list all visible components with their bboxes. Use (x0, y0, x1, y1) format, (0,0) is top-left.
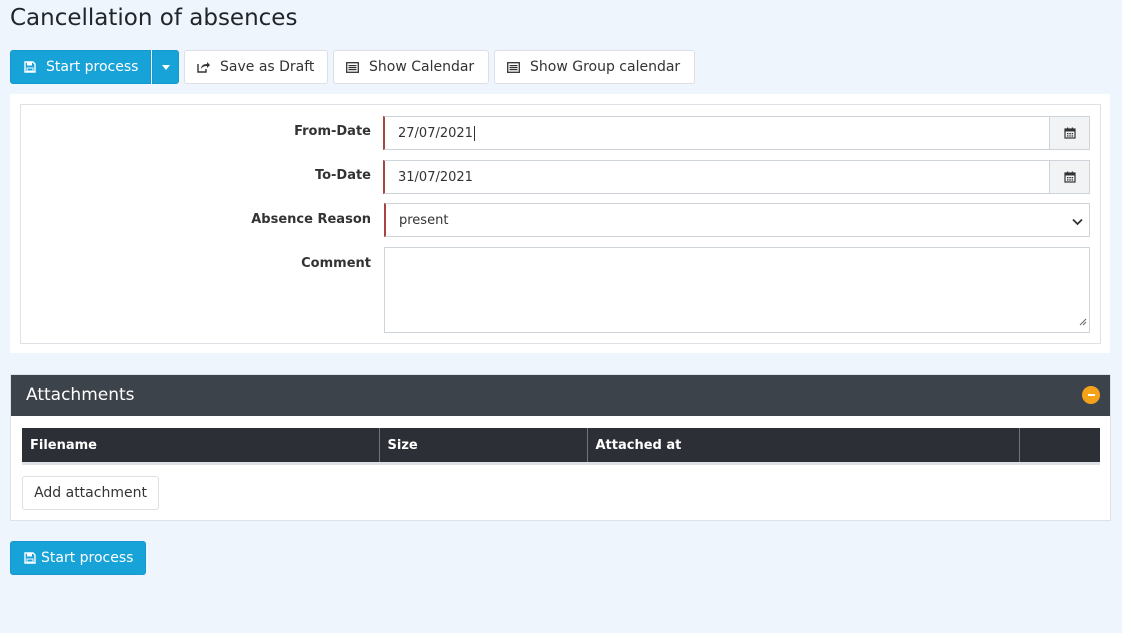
to-date-value: 31/07/2021 (398, 169, 473, 185)
table-header-row: Filename Size Attached at (22, 428, 1100, 462)
column-filename[interactable]: Filename (22, 428, 380, 462)
show-group-calendar-label: Show Group calendar (530, 59, 681, 75)
column-attached-at[interactable]: Attached at (587, 428, 1020, 462)
form-panel: From-Date 27/07/2021 To-Date 31/07/2021 … (20, 104, 1101, 344)
from-date-calendar-button[interactable] (1049, 116, 1090, 150)
page-title: Cancellation of absences (10, 5, 298, 31)
column-size[interactable]: Size (379, 428, 588, 462)
absence-reason-label: Absence Reason (251, 212, 371, 227)
caret-down-icon (161, 64, 170, 70)
table-header-underline (22, 462, 1100, 465)
list-alt-icon (507, 61, 520, 74)
from-date-label: From-Date (294, 124, 371, 139)
show-group-calendar-button[interactable]: Show Group calendar (494, 50, 695, 84)
attachments-header: Attachments (11, 375, 1110, 416)
show-calendar-button[interactable]: Show Calendar (333, 50, 489, 84)
list-alt-icon (346, 61, 359, 74)
to-date-input[interactable]: 31/07/2021 (383, 160, 1050, 194)
absence-reason-value: present (399, 212, 449, 228)
to-date-calendar-button[interactable] (1049, 160, 1090, 194)
save-icon (23, 61, 36, 74)
form-card: From-Date 27/07/2021 To-Date 31/07/2021 … (10, 94, 1110, 353)
share-icon (197, 61, 210, 74)
save-draft-button[interactable]: Save as Draft (184, 50, 328, 84)
start-process-bottom-button[interactable]: Start process (10, 541, 146, 575)
attachments-table: Filename Size Attached at (22, 428, 1100, 465)
start-process-dropdown-toggle[interactable] (152, 50, 179, 84)
attachments-title: Attachments (26, 385, 135, 405)
from-date-input[interactable]: 27/07/2021 (383, 116, 1050, 150)
show-calendar-label: Show Calendar (369, 59, 475, 75)
from-date-value: 27/07/2021 (398, 125, 473, 141)
start-process-button[interactable]: Start process (10, 50, 151, 84)
comment-label: Comment (301, 256, 371, 271)
start-process-bottom-label: Start process (41, 550, 134, 566)
toolbar: Start process Save as Draft Show Calenda… (10, 50, 695, 84)
save-draft-label: Save as Draft (220, 59, 315, 75)
calendar-icon (1063, 168, 1076, 187)
calendar-icon (1063, 124, 1076, 143)
absence-reason-select[interactable]: present (384, 203, 1090, 237)
comment-textarea[interactable] (384, 247, 1090, 333)
to-date-label: To-Date (314, 168, 371, 183)
save-icon (23, 552, 36, 565)
resize-handle-icon[interactable] (1079, 315, 1087, 330)
start-process-label: Start process (46, 59, 139, 75)
text-cursor (473, 125, 475, 141)
add-attachment-button[interactable]: Add attachment (22, 476, 159, 510)
chevron-down-icon (1072, 215, 1083, 230)
attachments-card: Attachments Filename Size Attached at Ad… (10, 374, 1111, 521)
collapse-button[interactable] (1082, 386, 1100, 404)
column-actions (1019, 428, 1100, 462)
minus-icon (1087, 394, 1095, 396)
